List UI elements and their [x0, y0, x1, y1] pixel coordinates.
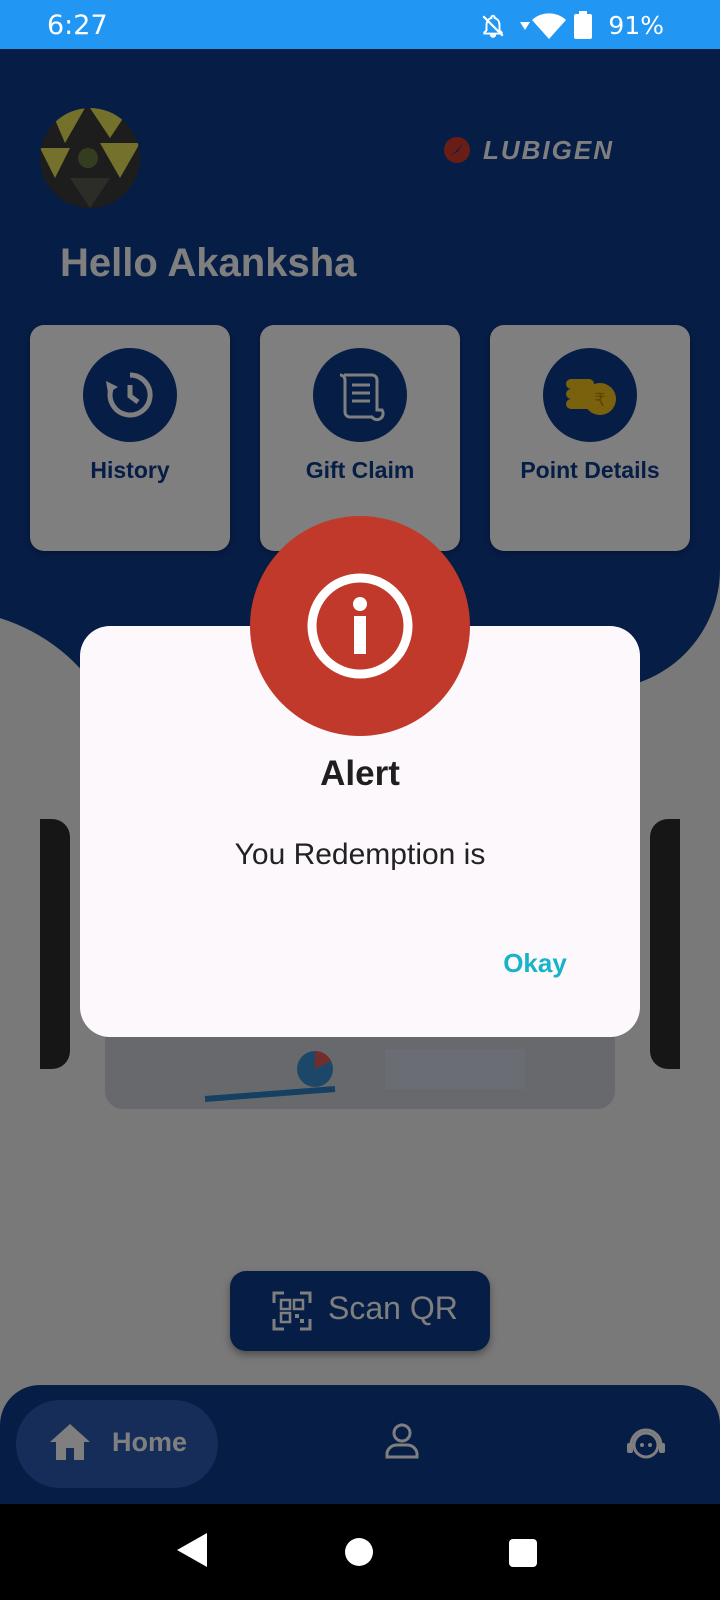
back-icon[interactable]: [177, 1533, 207, 1567]
info-icon: [307, 573, 413, 679]
bell-off-icon: [482, 14, 504, 38]
wifi-icon: [532, 13, 566, 39]
status-icons: 91%: [460, 0, 720, 49]
status-time: 6:27: [47, 10, 108, 41]
recents-button[interactable]: [509, 1539, 537, 1567]
dialog-title: Alert: [320, 754, 400, 793]
battery-percent: 91%: [608, 11, 664, 40]
system-home-button[interactable]: [345, 1538, 373, 1566]
signal-arrow-icon: [520, 22, 530, 30]
dialog-message: You Redemption is: [234, 838, 486, 871]
system-navigation-bar: [0, 1504, 720, 1600]
battery-icon: [574, 11, 592, 39]
status-bar: 6:27 91%: [0, 0, 720, 49]
okay-button[interactable]: Okay: [480, 938, 590, 988]
alert-badge: [250, 516, 470, 736]
